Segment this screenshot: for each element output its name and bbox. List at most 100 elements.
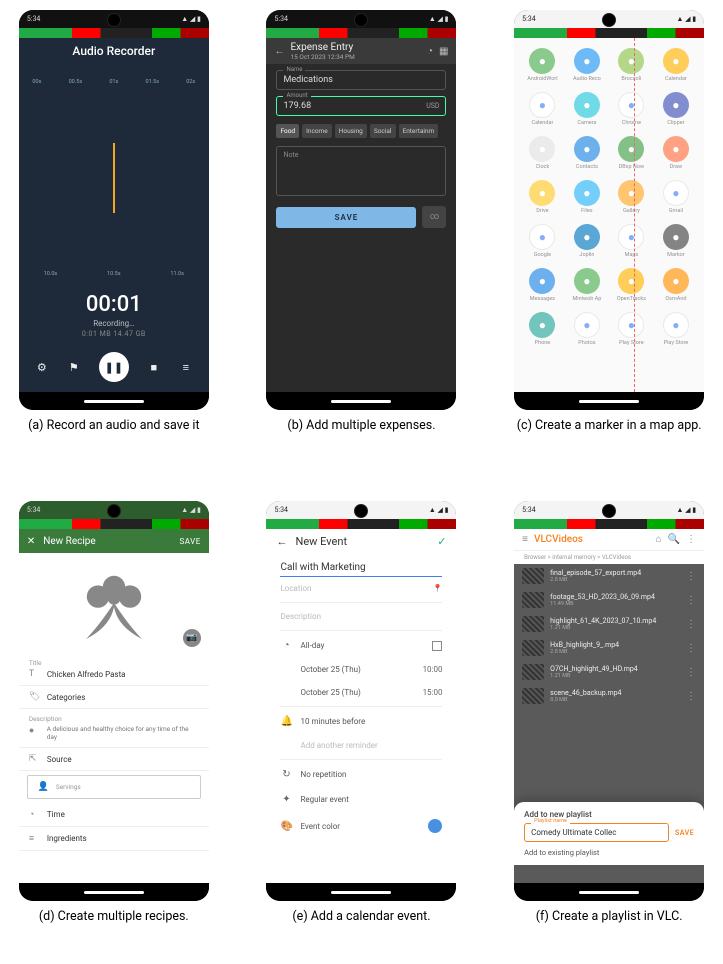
pause-button[interactable]: ❚❚ xyxy=(99,352,129,382)
app-phone[interactable]: ●Phone xyxy=(522,312,563,346)
app-messages[interactable]: ●Messages xyxy=(522,268,563,302)
reminder-value[interactable]: 10 minutes before xyxy=(300,717,442,726)
name-field[interactable]: Name Medications xyxy=(276,70,446,90)
start-date[interactable]: October 25 (Thu) xyxy=(300,665,414,674)
cat-ent[interactable]: Entertainm xyxy=(399,124,439,138)
vlc-title: VLCVideos xyxy=(534,534,650,545)
save-button[interactable]: SAVE xyxy=(276,207,416,228)
more-icon[interactable]: ⋮ xyxy=(686,571,696,582)
playlist-sheet: Add to new playlist Playlist name Comedy… xyxy=(514,802,704,865)
cat-food[interactable]: Food xyxy=(276,124,299,138)
home-icon[interactable]: ⌂ xyxy=(656,534,662,545)
app-miniwob-ap[interactable]: ●Miniwob Ap xyxy=(567,268,608,302)
stop-button[interactable]: ■ xyxy=(147,361,161,374)
more-icon[interactable]: ⋮ xyxy=(686,643,696,654)
file-item[interactable]: footage_53_HD_2023_06_09.mp411.49 MB⋮ xyxy=(514,588,704,612)
file-item[interactable]: highlight_61_4K_2023_07_10.mp41.21 MB⋮ xyxy=(514,612,704,636)
app-broccoli[interactable]: ●Broccoli xyxy=(611,48,652,82)
add-reminder[interactable]: Add another reminder xyxy=(300,741,442,750)
settings-icon[interactable]: ⚙ xyxy=(35,361,49,374)
app-calendar[interactable]: ●Calendar xyxy=(656,48,697,82)
start-time[interactable]: 10:00 xyxy=(423,665,443,674)
app-gmail[interactable]: ●Gmail xyxy=(656,180,697,214)
app-play-store[interactable]: ●Play Store xyxy=(611,312,652,346)
servings-field[interactable]: Servings xyxy=(56,783,81,791)
search-icon[interactable]: 🔍 xyxy=(668,534,680,545)
app-markor[interactable]: ●Markor xyxy=(656,224,697,258)
app-clock[interactable]: ●Clock xyxy=(522,136,563,170)
back-icon[interactable]: ← xyxy=(274,46,284,57)
file-item[interactable]: final_episode_57_export.mp42.8 MB⋮ xyxy=(514,564,704,588)
back-icon[interactable]: ← xyxy=(276,535,287,548)
repeat-value[interactable]: No repetition xyxy=(300,770,442,779)
allday-checkbox[interactable] xyxy=(432,641,442,651)
app-drive[interactable]: ●Drive xyxy=(522,180,563,214)
description-input[interactable]: Description xyxy=(280,612,442,621)
app-google[interactable]: ●Google xyxy=(522,224,563,258)
app-opentracks[interactable]: ●OpenTracks xyxy=(611,268,652,302)
clock-icon[interactable]: ◔ xyxy=(427,46,433,57)
location-pin-icon[interactable]: 📍 xyxy=(433,584,443,593)
calendar-icon[interactable]: ▦ xyxy=(439,46,448,57)
location-input[interactable]: Location xyxy=(280,584,424,593)
phone-f: 5:34 ▲ ◢ ▮ ≡ VLCVideos ⌂ 🔍 ⋮ Browser > i… xyxy=(514,501,704,901)
recipe-image-placeholder[interactable]: 📷 xyxy=(19,553,209,653)
menu-icon[interactable]: ≡ xyxy=(522,534,528,545)
app-androidworl[interactable]: ●AndroidWorl xyxy=(522,48,563,82)
app-contacts[interactable]: ●Contacts xyxy=(567,136,608,170)
app-maps[interactable]: ●Maps xyxy=(611,224,652,258)
app-osmand[interactable]: ●OsmAnd xyxy=(656,268,697,302)
file-item[interactable]: HxB_highlight_9_.mp42.8 MB⋮ xyxy=(514,636,704,660)
app-camera[interactable]: ●Camera xyxy=(567,92,608,126)
categories-field[interactable]: Categories xyxy=(47,693,86,702)
app-joplin[interactable]: ●Joplin xyxy=(567,224,608,258)
close-icon[interactable]: ✕ xyxy=(27,536,35,547)
cat-income[interactable]: Income xyxy=(302,124,332,138)
camera-icon[interactable]: 📷 xyxy=(183,629,201,647)
color-dot[interactable] xyxy=(428,819,442,833)
app-files[interactable]: ●Files xyxy=(567,180,608,214)
ingredients-field[interactable]: Ingredients xyxy=(47,834,87,843)
more-icon[interactable]: ⋮ xyxy=(686,667,696,678)
flag-icon[interactable]: ⚑ xyxy=(67,361,81,374)
more-icon[interactable]: ⋮ xyxy=(686,534,696,545)
playlist-name-input[interactable]: Playlist name Comedy Ultimate Collec xyxy=(524,823,669,842)
app-clipper[interactable]: ●Clipper xyxy=(656,92,697,126)
app-drawer[interactable]: ●AndroidWorl●Audio Reco●Broccoli●Calenda… xyxy=(514,38,704,392)
breadcrumb[interactable]: Browser > internal memory > VLCVideos xyxy=(514,551,704,564)
list-icon[interactable]: ≡ xyxy=(179,361,193,374)
more-icon[interactable]: ⋮ xyxy=(686,595,696,606)
text-icon: T xyxy=(29,669,41,679)
app-dbxp-now[interactable]: ●DBxp Now xyxy=(611,136,652,170)
thumbnail-icon xyxy=(522,568,544,584)
desc-value[interactable]: A delicious and healthy choice for any t… xyxy=(47,725,199,741)
app-photos[interactable]: ●Photos xyxy=(567,312,608,346)
app-gallery[interactable]: ●Gallery xyxy=(611,180,652,214)
confirm-icon[interactable]: ✓ xyxy=(437,535,446,548)
status-icons: ▲ ◢ ▮ xyxy=(429,506,449,514)
app-calendar[interactable]: ●Calendar xyxy=(522,92,563,126)
cat-social[interactable]: Social xyxy=(370,124,396,138)
event-title-input[interactable]: Call with Marketing xyxy=(280,558,442,577)
app-play-store[interactable]: ●Play Store xyxy=(656,312,697,346)
more-icon[interactable]: ⋮ xyxy=(686,619,696,630)
title-input[interactable]: Chicken Alfredo Pasta xyxy=(47,670,126,679)
file-item[interactable]: scene_46_backup.mp48.0 MB⋮ xyxy=(514,684,704,708)
more-icon[interactable]: ⋮ xyxy=(686,691,696,702)
save-button[interactable]: SAVE xyxy=(180,537,201,546)
amount-field[interactable]: Amount 179.68 USD xyxy=(276,96,446,116)
app-chrome[interactable]: ●Chrome xyxy=(611,92,652,126)
app-audio-reco[interactable]: ●Audio Reco xyxy=(567,48,608,82)
note-field[interactable]: Note xyxy=(276,146,446,196)
save-button[interactable]: SAVE xyxy=(675,829,694,837)
file-item[interactable]: O7CH_highlight_49_HD.mp41.21 MB⋮ xyxy=(514,660,704,684)
app-draw[interactable]: ●Draw xyxy=(656,136,697,170)
cat-housing[interactable]: Housing xyxy=(335,124,367,138)
event-type[interactable]: Regular event xyxy=(300,795,442,804)
time-field[interactable]: Time xyxy=(47,810,65,819)
end-date[interactable]: October 25 (Thu) xyxy=(300,688,414,697)
source-field[interactable]: Source xyxy=(47,755,72,764)
camera-hole-icon xyxy=(602,504,616,518)
end-time[interactable]: 15:00 xyxy=(423,688,443,697)
repeat-icon[interactable]: ∞ xyxy=(422,206,446,228)
